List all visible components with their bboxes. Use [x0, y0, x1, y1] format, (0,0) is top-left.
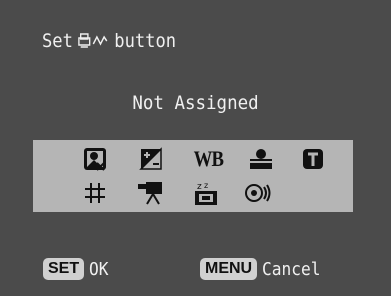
title-suffix: button [114, 30, 177, 52]
cancel-label: Cancel [262, 258, 321, 280]
svg-text:z: z [204, 181, 208, 190]
print-share-icon [78, 32, 109, 50]
sleep-display-icon[interactable]: z z [191, 178, 221, 208]
ok-label: OK [89, 258, 109, 280]
movie-icon[interactable] [136, 178, 166, 208]
ok-control[interactable]: SET OK [43, 258, 111, 280]
sound-icon[interactable] [243, 178, 273, 208]
menu-title: Set button [42, 30, 176, 52]
function-icon-panel: WB z z [33, 140, 353, 212]
assignment-status: Not Assigned [132, 92, 259, 114]
svg-text:z: z [197, 182, 202, 192]
face-detect-icon[interactable] [246, 144, 276, 174]
grid-icon[interactable] [80, 178, 110, 208]
t-mode-icon[interactable] [298, 144, 328, 174]
plus-minus-icon[interactable] [136, 144, 166, 174]
title-prefix: Set [42, 30, 73, 52]
camera-menu-screen: Set button Not Assigned WB z z SET OK ME… [0, 0, 391, 296]
white-balance-icon[interactable]: WB [188, 144, 228, 174]
set-key[interactable]: SET [43, 258, 85, 280]
menu-key[interactable]: MENU [200, 258, 258, 280]
white-balance-label: WB [193, 146, 223, 171]
cancel-control[interactable]: MENU Cancel [200, 258, 327, 280]
exposure-compensation-icon[interactable] [80, 144, 110, 174]
